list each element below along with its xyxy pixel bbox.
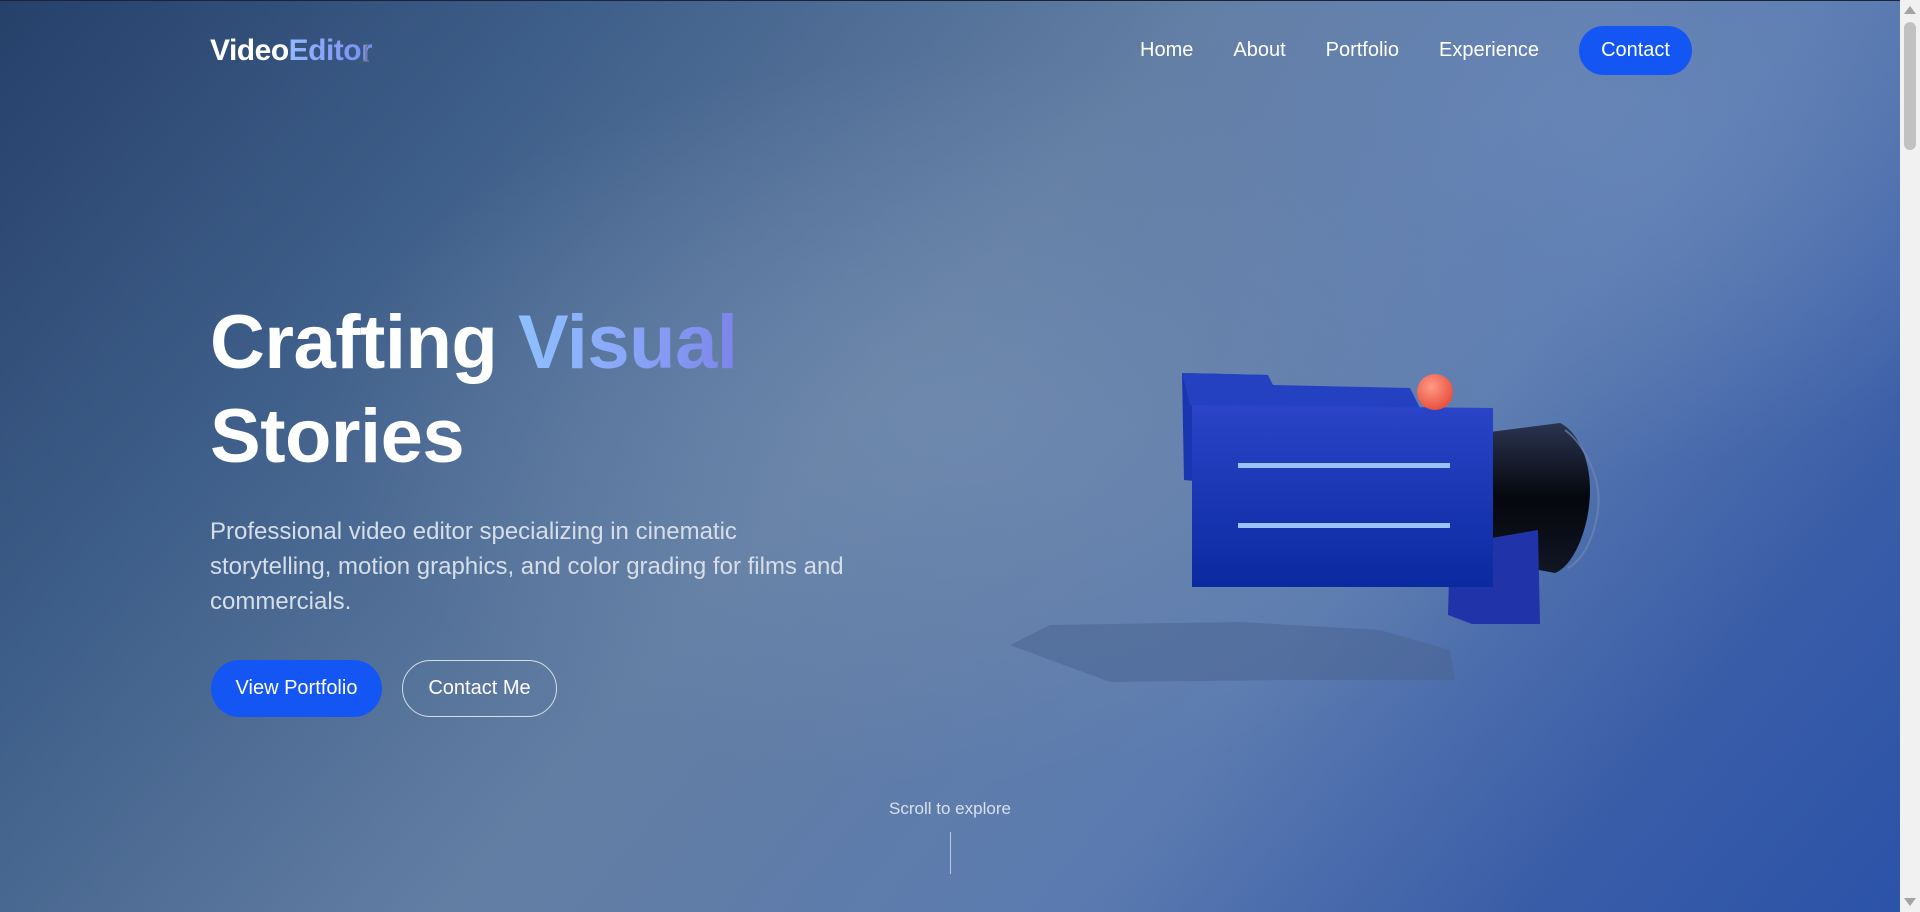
logo-accent-text: Editor (288, 34, 373, 67)
logo[interactable]: VideoEditor (210, 34, 373, 68)
hero-subtitle: Professional video editor specializing i… (210, 518, 844, 615)
scroll-up-arrow-icon[interactable] (1904, 6, 1916, 14)
video-camera-illustration (1010, 373, 1600, 682)
view-portfolio-button[interactable]: View Portfolio (211, 660, 382, 717)
contact-me-button[interactable]: Contact Me (402, 660, 557, 717)
nav-home-link[interactable]: Home (1140, 39, 1193, 62)
hero-title-part2: Stories (210, 394, 465, 479)
logo-main-text: Video (210, 34, 289, 67)
nav-contact-button[interactable]: Contact (1579, 26, 1692, 75)
page: VideoEditor Home About Portfolio Experie… (0, 0, 1920, 912)
top-border (0, 0, 1900, 1)
nav-about-link[interactable]: About (1233, 39, 1285, 62)
hero-title: Crafting Visual Stories (210, 296, 738, 484)
hero-title-part1: Crafting (210, 300, 518, 385)
scroll-hint: Scroll to explore (889, 799, 1011, 818)
page-scrollbar[interactable] (1900, 0, 1920, 912)
main-nav: Home About Portfolio Experience Contact (1140, 26, 1692, 75)
nav-experience-link[interactable]: Experience (1439, 39, 1539, 62)
nav-portfolio-link[interactable]: Portfolio (1326, 39, 1399, 62)
hero-title-accent: Visual (517, 300, 738, 385)
text-cursor-icon (363, 44, 369, 62)
scroll-indicator-line (950, 832, 951, 874)
scrollbar-thumb[interactable] (1904, 22, 1916, 150)
scroll-down-arrow-icon[interactable] (1904, 898, 1916, 906)
